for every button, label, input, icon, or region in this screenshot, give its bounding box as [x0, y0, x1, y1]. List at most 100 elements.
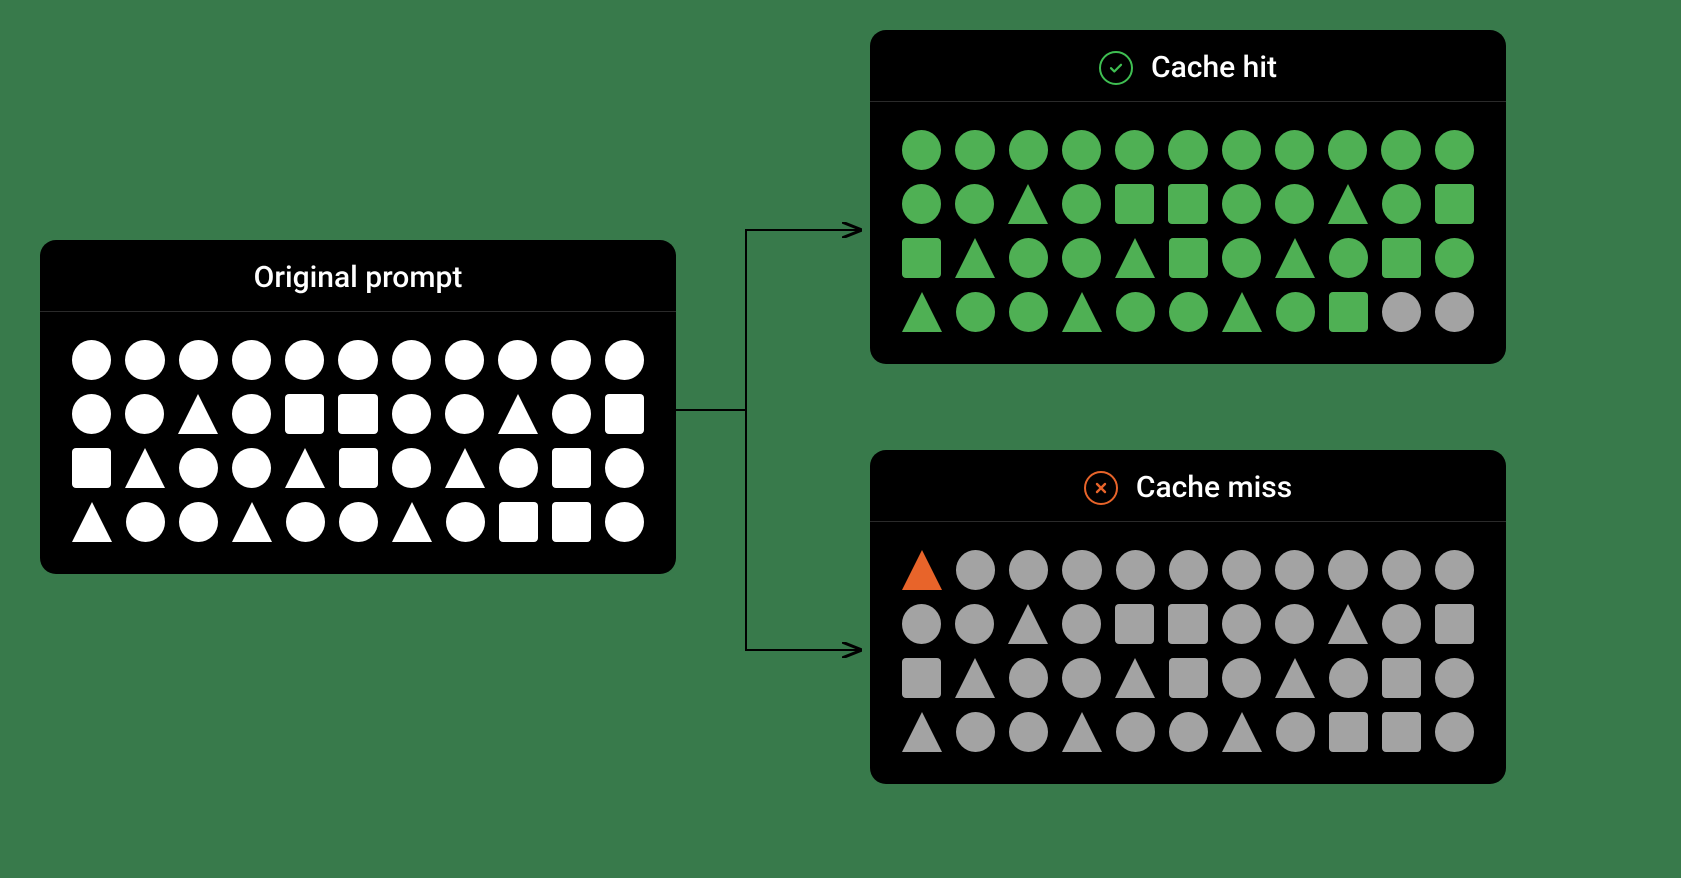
square-token: [1169, 238, 1208, 278]
token-row: [902, 658, 1474, 698]
triangle-token: [1062, 292, 1102, 332]
triangle-token: [285, 448, 325, 488]
x-circle-icon: [1084, 471, 1118, 505]
circle-token: [605, 448, 644, 488]
square-token: [1382, 238, 1421, 278]
circle-token: [126, 502, 165, 542]
circle-token: [179, 448, 218, 488]
circle-token: [1276, 712, 1315, 752]
original-prompt-panel: Original prompt: [40, 240, 676, 574]
token-row: [72, 394, 644, 434]
triangle-token: [955, 238, 995, 278]
triangle-token: [445, 448, 485, 488]
triangle-token: [1222, 292, 1262, 332]
square-token: [1382, 658, 1421, 698]
square-token: [902, 658, 941, 698]
panel-title: Cache hit: [1151, 50, 1277, 85]
circle-token: [1115, 130, 1154, 170]
panel-title: Original prompt: [254, 260, 463, 295]
circle-token: [552, 394, 591, 434]
circle-token: [179, 502, 218, 542]
circle-token: [338, 340, 377, 380]
token-row: [72, 340, 644, 380]
circle-token: [446, 502, 485, 542]
square-token: [338, 394, 377, 434]
square-token: [1168, 604, 1207, 644]
circle-token: [955, 604, 994, 644]
circle-token: [1009, 238, 1048, 278]
circle-token: [1382, 292, 1421, 332]
check-circle-icon: [1099, 51, 1133, 85]
circle-token: [499, 448, 538, 488]
panel-header: Original prompt: [40, 240, 676, 312]
circle-token: [125, 394, 164, 434]
circle-token: [1168, 130, 1207, 170]
circle-token: [286, 502, 325, 542]
circle-token: [232, 394, 271, 434]
token-row: [72, 502, 644, 542]
triangle-token: [902, 550, 942, 590]
triangle-token: [1008, 184, 1048, 224]
triangle-token: [392, 502, 432, 542]
circle-token: [445, 340, 484, 380]
square-token: [1435, 604, 1474, 644]
square-token: [1329, 712, 1368, 752]
circle-token: [1222, 604, 1261, 644]
triangle-token: [1328, 184, 1368, 224]
panel-header: Cache hit: [870, 30, 1506, 102]
triangle-token: [955, 658, 995, 698]
square-token: [1169, 658, 1208, 698]
circle-token: [392, 448, 431, 488]
square-token: [285, 394, 324, 434]
circle-token: [285, 340, 324, 380]
triangle-token: [902, 292, 942, 332]
circle-token: [902, 604, 941, 644]
circle-token: [1062, 130, 1101, 170]
triangle-token: [1062, 712, 1102, 752]
square-token: [499, 502, 538, 542]
square-token: [1168, 184, 1207, 224]
circle-token: [498, 340, 537, 380]
circle-token: [1062, 604, 1101, 644]
circle-token: [605, 340, 644, 380]
token-row: [902, 292, 1474, 332]
triangle-token: [1008, 604, 1048, 644]
panel-title: Cache miss: [1136, 470, 1292, 505]
circle-token: [1062, 184, 1101, 224]
circle-token: [1009, 712, 1048, 752]
square-token: [552, 448, 591, 488]
circle-token: [392, 394, 431, 434]
circle-token: [1435, 712, 1474, 752]
circle-token: [1276, 292, 1315, 332]
circle-token: [1169, 550, 1208, 590]
circle-token: [1275, 130, 1314, 170]
flow-arrows: [676, 30, 870, 730]
triangle-token: [902, 712, 942, 752]
circle-token: [1382, 604, 1421, 644]
triangle-token: [498, 394, 538, 434]
circle-token: [232, 448, 271, 488]
triangle-token: [1328, 604, 1368, 644]
circle-token: [1275, 550, 1314, 590]
circle-token: [1435, 550, 1474, 590]
circle-token: [1062, 658, 1101, 698]
circle-token: [1116, 292, 1155, 332]
circle-token: [1328, 550, 1367, 590]
circle-token: [1009, 292, 1048, 332]
circle-token: [1382, 184, 1421, 224]
circle-token: [605, 502, 644, 542]
token-row: [72, 448, 644, 488]
circle-token: [1062, 238, 1101, 278]
triangle-token: [1275, 238, 1315, 278]
token-row: [902, 604, 1474, 644]
square-token: [1329, 292, 1368, 332]
circle-token: [1222, 130, 1261, 170]
circle-token: [1169, 292, 1208, 332]
circle-token: [392, 340, 431, 380]
circle-token: [1329, 658, 1368, 698]
circle-token: [956, 292, 995, 332]
circle-token: [955, 184, 994, 224]
triangle-token: [232, 502, 272, 542]
circle-token: [955, 130, 994, 170]
circle-token: [1009, 550, 1048, 590]
